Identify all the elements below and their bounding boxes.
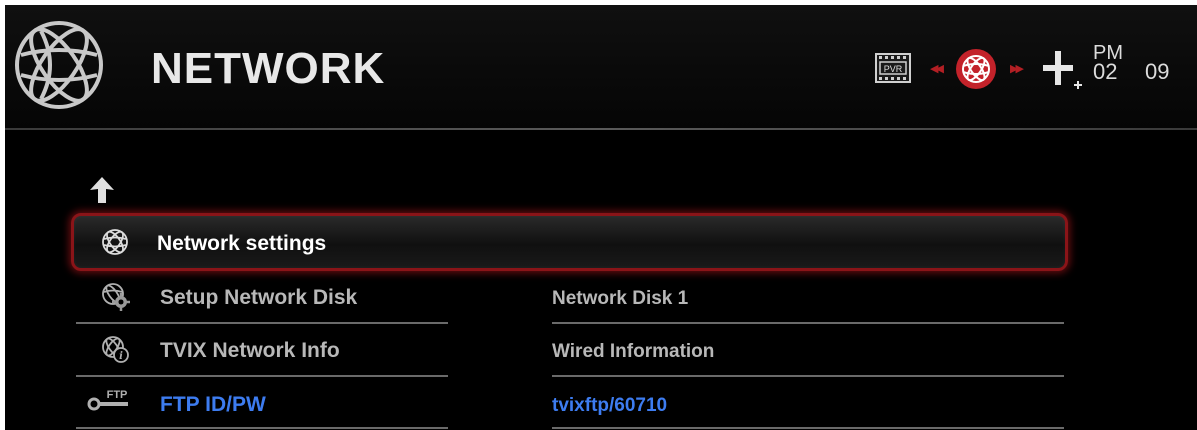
row-divider	[552, 322, 1064, 324]
ftp-key-icon: FTP	[87, 389, 128, 411]
globe-red-icon[interactable]	[954, 47, 998, 91]
menu-item-value: tvixftp/60710	[552, 395, 668, 416]
menu-item-label: Network settings	[157, 232, 327, 255]
ftp-icon-text: FTP	[107, 389, 128, 401]
clock-hour: 02	[1093, 59, 1118, 84]
svg-text:i: i	[119, 351, 123, 362]
prev-icon[interactable]: ◀◀	[930, 63, 944, 74]
globe-icon	[15, 21, 103, 109]
row-divider	[552, 427, 1064, 429]
up-arrow-icon[interactable]	[89, 176, 115, 204]
clock-minute: 09	[1145, 59, 1170, 84]
globe-icon	[102, 229, 128, 255]
row-divider	[76, 427, 448, 429]
row-divider	[76, 375, 448, 377]
header-divider	[5, 128, 1197, 130]
page-title: NETWORK	[151, 44, 386, 93]
row-divider	[552, 375, 1064, 377]
pvr-icon[interactable]: PVR	[873, 48, 913, 88]
menu-item-label[interactable]: TVIX Network Info	[160, 339, 340, 363]
menu-item-label[interactable]: FTP ID/PW	[160, 393, 266, 417]
row-divider	[76, 322, 448, 324]
network-disk-gear-icon	[102, 283, 130, 311]
menu-item-value: Network Disk 1	[552, 288, 689, 309]
menu-item-value: Wired Information	[552, 341, 715, 362]
header-bar: NETWORK PVR ◀◀ ▶▶ PM 02 09	[5, 5, 1197, 128]
network-info-icon: i	[102, 336, 129, 363]
pvr-label: PVR	[884, 64, 903, 74]
plus-icon[interactable]	[1041, 47, 1085, 91]
network-screen: NETWORK PVR ◀◀ ▶▶ PM 02 09 Network setti…	[5, 5, 1197, 430]
next-icon[interactable]: ▶▶	[1010, 63, 1024, 74]
menu-item-label[interactable]: Setup Network Disk	[160, 286, 357, 310]
